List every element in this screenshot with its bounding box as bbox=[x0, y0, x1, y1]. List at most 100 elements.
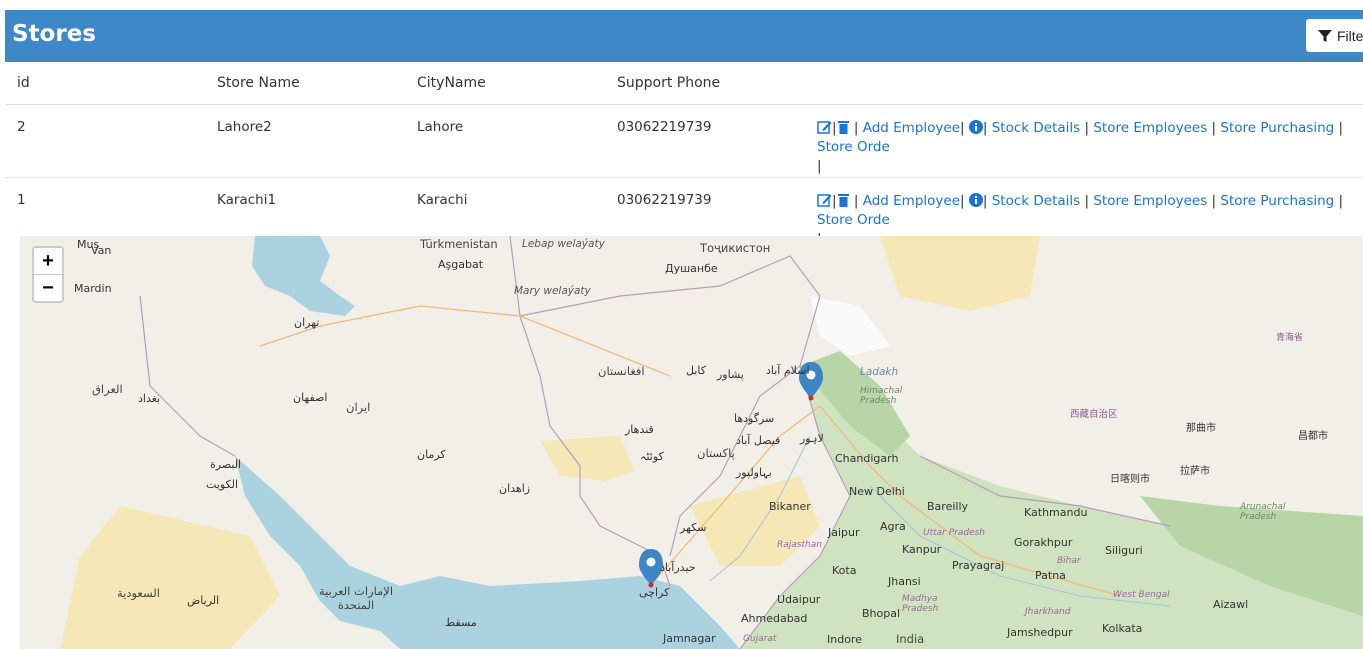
table-row: 2 Lahore2 Lahore 03062219739 | | Add Emp… bbox=[5, 104, 1363, 178]
column-header-store-name[interactable]: Store Name bbox=[217, 62, 417, 105]
zoom-control: + − bbox=[32, 246, 64, 303]
map-label-kanpur: Kanpur bbox=[902, 543, 942, 556]
edit-icon[interactable] bbox=[817, 193, 832, 207]
map-label-udaipur: Udaipur bbox=[777, 593, 821, 606]
store-purchasing-link[interactable]: Store Purchasing bbox=[1220, 120, 1334, 136]
store-purchasing-link[interactable]: Store Purchasing bbox=[1220, 193, 1334, 209]
map-label-gujarat: Gujarat bbox=[743, 634, 777, 644]
map-label-rajasthan: Rajasthan bbox=[777, 540, 822, 550]
map-label-uttar-pradesh: Uttar Pradesh bbox=[923, 528, 986, 538]
edit-icon[interactable] bbox=[817, 120, 832, 134]
separator: | bbox=[982, 193, 988, 209]
map-label-turkmenistan: Türkmenistan bbox=[420, 237, 498, 251]
map-label-himachal: Himachal Pradesh bbox=[860, 386, 903, 406]
map-label-kandahar: قندھار bbox=[625, 423, 654, 436]
map-label-asgabat: Aşgabat bbox=[438, 258, 484, 271]
map-label-sukkur: سکھر bbox=[680, 521, 707, 534]
map-label-arunachal: Arunachal Pradesh bbox=[1240, 502, 1286, 522]
map-label-ahmedabad: Ahmedabad bbox=[741, 612, 808, 625]
page-header: Stores Filte bbox=[5, 10, 1363, 62]
delete-icon[interactable] bbox=[837, 193, 850, 207]
map-label-iraq: العراق bbox=[92, 382, 123, 396]
map-label-agra: Agra bbox=[880, 520, 906, 533]
store-orders-link[interactable]: Store Orde bbox=[817, 139, 890, 155]
map-label-karachi: کراچی bbox=[639, 586, 670, 599]
separator: | bbox=[817, 158, 822, 174]
map-label-prayagraj: Prayagraj bbox=[952, 559, 1005, 572]
page-title: Stores bbox=[12, 21, 96, 47]
separator: | bbox=[982, 120, 988, 136]
map-label-jamshedpur: Jamshedpur bbox=[1007, 626, 1073, 639]
store-employees-link[interactable]: Store Employees bbox=[1093, 193, 1207, 209]
map-label-tehran: تهران bbox=[294, 316, 320, 329]
add-employee-link[interactable]: Add Employee bbox=[863, 120, 960, 136]
map-label-islamabad: اسلام آباد bbox=[766, 364, 810, 377]
map-label-jhansi: Jhansi bbox=[888, 575, 921, 588]
add-employee-link[interactable]: Add Employee bbox=[863, 193, 960, 209]
map-label-quetta: کوئٹہ bbox=[640, 450, 664, 463]
separator: | bbox=[1084, 193, 1090, 209]
map-label-jamnagar: Jamnagar bbox=[663, 632, 716, 645]
info-icon[interactable] bbox=[968, 120, 983, 134]
store-employees-link[interactable]: Store Employees bbox=[1093, 120, 1207, 136]
map-label-bhopal: Bhopal bbox=[862, 607, 901, 620]
map-label-jaipur: Jaipur bbox=[828, 526, 860, 539]
column-header-id[interactable]: id bbox=[5, 62, 217, 105]
cell-phone: 03062219739 bbox=[617, 192, 712, 208]
map-label-basra: البصرة bbox=[210, 458, 242, 471]
map-label-indore: Indore bbox=[827, 633, 862, 646]
map-label-patna: Patna bbox=[1035, 569, 1066, 582]
map-label-muscat: مسقط bbox=[445, 616, 477, 629]
map-label-kerman: کرمان bbox=[417, 448, 446, 461]
separator: | bbox=[1338, 120, 1344, 136]
map-label-kuwait: الكويت bbox=[206, 478, 239, 491]
stores-table: id Store Name CityName Support Phone 2 L… bbox=[5, 62, 1363, 250]
map-label-ladakh: Ladakh bbox=[860, 366, 899, 378]
cell-phone: 03062219739 bbox=[617, 119, 712, 135]
map-label-mus: Muş bbox=[77, 238, 100, 251]
zoom-in-button[interactable]: + bbox=[34, 248, 62, 275]
map-label-hyderabad: حیدرآباد bbox=[660, 561, 696, 574]
stock-details-link[interactable]: Stock Details bbox=[992, 120, 1080, 136]
map-label-kota: Kota bbox=[832, 564, 857, 577]
map-label-faisalabad: فیصل آباد bbox=[736, 434, 781, 447]
column-header-support-phone[interactable]: Support Phone bbox=[617, 62, 817, 105]
map-label-chandigarh: Chandigarh bbox=[835, 452, 899, 465]
separator: | bbox=[1084, 120, 1090, 136]
stores-map[interactable]: + − Türkmenistan Lebap welaýaty Тоҷикист… bbox=[20, 236, 1363, 649]
info-icon[interactable] bbox=[968, 193, 983, 207]
filter-icon bbox=[1318, 29, 1332, 42]
map-label-kathmandu: Kathmandu bbox=[1024, 506, 1088, 519]
separator: | bbox=[1211, 120, 1217, 136]
map-label-zahedan: زاهدان bbox=[499, 482, 531, 495]
map-label-isfahan: اصفهان bbox=[293, 391, 328, 404]
cell-store-name: Karachi1 bbox=[217, 192, 277, 208]
delete-icon[interactable] bbox=[837, 120, 850, 134]
separator: | bbox=[1338, 193, 1344, 209]
separator: | bbox=[1211, 193, 1217, 209]
map-label-bikaner: Bikaner bbox=[769, 500, 811, 513]
map-label-aizawl: Aizawl bbox=[1213, 598, 1249, 611]
cell-city: Karachi bbox=[417, 192, 468, 208]
column-header-city-name[interactable]: CityName bbox=[417, 62, 617, 105]
row-actions: | | Add Employee| | Stock Details | Stor… bbox=[817, 104, 1363, 178]
store-orders-link[interactable]: Store Orde bbox=[817, 212, 890, 228]
stock-details-link[interactable]: Stock Details bbox=[992, 193, 1080, 209]
map-label-lhasa: 拉萨市 bbox=[1180, 466, 1210, 477]
cell-id: 2 bbox=[17, 119, 26, 135]
map-label-kabul: کابل bbox=[686, 364, 706, 377]
zoom-out-button[interactable]: − bbox=[34, 275, 62, 301]
separator: | bbox=[960, 120, 965, 136]
map-label-iran: ایران bbox=[346, 400, 371, 414]
map-label-pakistan: پاکستان bbox=[697, 446, 735, 460]
map-label-lebap: Lebap welaýaty bbox=[522, 238, 605, 250]
map-label-shigatse: 日喀则市 bbox=[1110, 474, 1150, 485]
cell-city: Lahore bbox=[417, 119, 464, 135]
map-label-bahawalpur: بہاولپور bbox=[736, 466, 772, 479]
map-label-nagqu: 那曲市 bbox=[1186, 423, 1216, 434]
table-header-row: id Store Name CityName Support Phone bbox=[5, 62, 1363, 105]
separator: | bbox=[960, 193, 965, 209]
map-label-peshawar: پشاور bbox=[717, 368, 744, 381]
map-label-jharkhand: Jharkhand bbox=[1025, 607, 1071, 617]
filter-button[interactable]: Filte bbox=[1306, 19, 1363, 52]
